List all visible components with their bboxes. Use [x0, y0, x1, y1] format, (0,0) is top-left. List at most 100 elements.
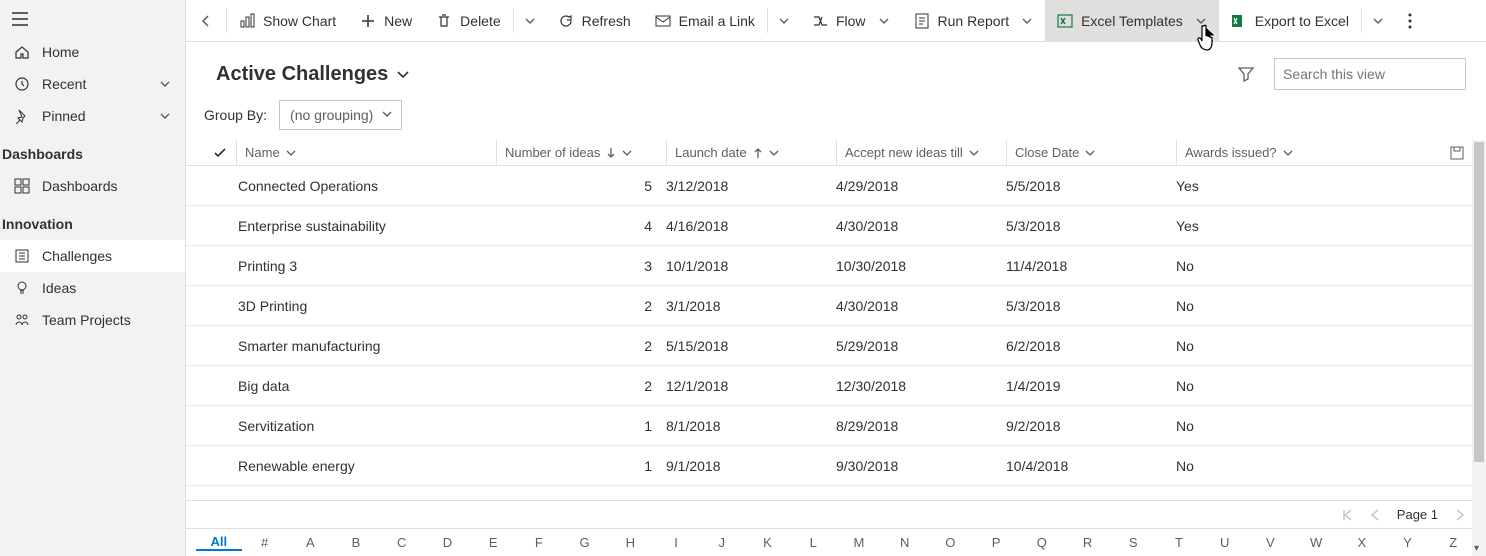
delete-dropdown[interactable] [514, 0, 546, 41]
email-dropdown[interactable] [768, 0, 800, 41]
alpha-filter-c[interactable]: C [379, 535, 425, 550]
delete-button[interactable]: Delete [424, 0, 512, 41]
cell-close: 6/2/2018 [1006, 338, 1176, 354]
table-row[interactable]: Renewable energy19/1/20189/30/201810/4/2… [186, 446, 1486, 486]
lightbulb-icon [14, 280, 30, 296]
alpha-filter-all[interactable]: All [196, 534, 242, 551]
alpha-filter-#[interactable]: # [242, 535, 288, 550]
column-header-close[interactable]: Close Date [1006, 140, 1176, 165]
table-row[interactable]: Big data212/1/201812/30/20181/4/2019No [186, 366, 1486, 406]
sidebar-item-team-projects[interactable]: Team Projects [0, 304, 185, 336]
alpha-filter-k[interactable]: K [745, 535, 791, 550]
pager-first[interactable] [1339, 509, 1353, 521]
alpha-filter-j[interactable]: J [699, 535, 745, 550]
cell-awards: No [1176, 458, 1346, 474]
group-by-select[interactable]: (no grouping) [279, 100, 402, 130]
table-row[interactable]: Enterprise sustainability44/16/20184/30/… [186, 206, 1486, 246]
search-input[interactable] [1283, 66, 1464, 82]
sidebar-item-pinned[interactable]: Pinned [0, 100, 185, 132]
command-bar: Show Chart New Delete Refresh Email a Li… [186, 0, 1486, 42]
new-button[interactable]: New [348, 0, 424, 41]
alpha-filter-d[interactable]: D [425, 535, 471, 550]
alpha-filter-w[interactable]: W [1293, 535, 1339, 550]
export-excel-button[interactable]: Export to Excel [1219, 0, 1361, 41]
search-box[interactable] [1274, 58, 1466, 90]
cell-close: 5/3/2018 [1006, 218, 1176, 234]
export-dropdown[interactable] [1362, 0, 1394, 41]
run-report-button[interactable]: Run Report [902, 0, 1046, 41]
cell-launch: 12/1/2018 [666, 378, 836, 394]
filter-button[interactable] [1228, 60, 1264, 88]
alpha-filter-i[interactable]: I [653, 535, 699, 550]
cell-num-ideas: 2 [496, 298, 666, 314]
column-header-num-ideas[interactable]: Number of ideas [496, 140, 666, 165]
column-header-launch[interactable]: Launch date [666, 140, 836, 165]
alpha-filter-o[interactable]: O [928, 535, 974, 550]
cell-name: Smarter manufacturing [236, 338, 496, 354]
sidebar-item-label: Team Projects [42, 312, 131, 328]
alpha-filter-h[interactable]: H [607, 535, 653, 550]
alpha-filter-y[interactable]: Y [1385, 535, 1431, 550]
select-all-checkbox[interactable] [204, 146, 236, 160]
email-link-button[interactable]: Email a Link [643, 0, 767, 41]
refresh-button[interactable]: Refresh [546, 0, 643, 41]
alpha-filter-m[interactable]: M [836, 535, 882, 550]
cell-accept: 9/30/2018 [836, 458, 1006, 474]
cell-awards: No [1176, 378, 1346, 394]
column-header-accept[interactable]: Accept new ideas till [836, 140, 1006, 165]
alpha-filter-t[interactable]: T [1156, 535, 1202, 550]
back-button[interactable] [186, 0, 226, 41]
overflow-menu[interactable] [1394, 0, 1426, 41]
alpha-filter-l[interactable]: L [790, 535, 836, 550]
alpha-filter-u[interactable]: U [1202, 535, 1248, 550]
alpha-filter-g[interactable]: G [562, 535, 608, 550]
alpha-filter-v[interactable]: V [1248, 535, 1294, 550]
cell-num-ideas: 2 [496, 378, 666, 394]
group-by-label: Group By: [204, 107, 267, 123]
flow-button[interactable]: Flow [800, 0, 902, 41]
refresh-icon [558, 13, 574, 29]
sidebar-item-home[interactable]: Home [0, 36, 185, 68]
view-selector[interactable]: Active Challenges [216, 63, 410, 86]
table-row[interactable]: Printing 3310/1/201810/30/201811/4/2018N… [186, 246, 1486, 286]
pager-next[interactable] [1454, 509, 1466, 521]
cell-close: 10/4/2018 [1006, 458, 1176, 474]
scrollbar-thumb[interactable] [1474, 142, 1484, 462]
challenges-icon [14, 248, 30, 264]
sidebar-item-challenges[interactable]: Challenges [0, 240, 185, 272]
table-row[interactable]: 3D Printing23/1/20184/30/20185/3/2018No [186, 286, 1486, 326]
alpha-filter-s[interactable]: S [1110, 535, 1156, 550]
table-row[interactable]: Servitization18/1/20188/29/20189/2/2018N… [186, 406, 1486, 446]
chevron-down-icon [1085, 148, 1095, 158]
table-row[interactable]: Smarter manufacturing25/15/20185/29/2018… [186, 326, 1486, 366]
hamburger-menu[interactable] [0, 6, 185, 36]
scrollbar[interactable]: ▾ [1472, 140, 1486, 556]
excel-templates-button[interactable]: Excel Templates [1045, 0, 1219, 41]
alpha-filter-n[interactable]: N [882, 535, 928, 550]
alpha-filter-r[interactable]: R [1065, 535, 1111, 550]
email-icon [655, 13, 671, 29]
alpha-filter-f[interactable]: F [516, 535, 562, 550]
cell-name: Printing 3 [236, 258, 496, 274]
alpha-filter-z[interactable]: Z [1430, 535, 1476, 550]
column-header-name[interactable]: Name [236, 140, 496, 165]
column-header-awards[interactable]: Awards issued? [1176, 140, 1346, 165]
funnel-icon [1238, 66, 1254, 82]
table-row[interactable]: Connected Operations53/12/20184/29/20185… [186, 166, 1486, 206]
sidebar-item-recent[interactable]: Recent [0, 68, 185, 100]
scroll-down-arrow[interactable]: ▾ [1474, 543, 1479, 554]
alpha-filter-b[interactable]: B [333, 535, 379, 550]
alpha-filter-e[interactable]: E [470, 535, 516, 550]
alpha-filter-a[interactable]: A [287, 535, 333, 550]
cell-accept: 4/29/2018 [836, 178, 1006, 194]
alpha-filter-x[interactable]: X [1339, 535, 1385, 550]
column-label: Number of ideas [505, 145, 600, 160]
pager-prev[interactable] [1369, 509, 1381, 521]
sidebar-item-ideas[interactable]: Ideas [0, 272, 185, 304]
alpha-filter-p[interactable]: P [973, 535, 1019, 550]
cmd-label: Delete [460, 13, 500, 29]
show-chart-button[interactable]: Show Chart [227, 0, 348, 41]
sidebar-item-dashboards[interactable]: Dashboards [0, 170, 185, 202]
chevron-down-icon [396, 67, 410, 81]
alpha-filter-q[interactable]: Q [1019, 535, 1065, 550]
